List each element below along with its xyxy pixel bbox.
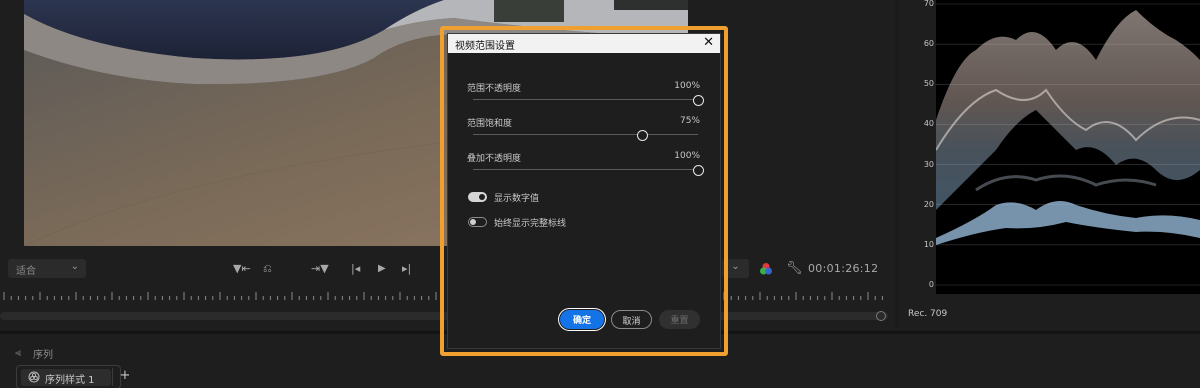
add-tab-button[interactable]: + [114,368,136,383]
scope-scale-label: 0 [928,280,934,289]
toggle-knob [479,194,485,200]
always-show-full-graticule-toggle[interactable] [468,217,487,227]
scope-scale-label: 10 [923,239,934,249]
sequence-style-icon [28,371,40,383]
tab-sequence-style[interactable]: 序列样式 1 [21,369,111,386]
scope-scale-label: 50 [923,79,934,89]
overlay-opacity-value: 100% [674,151,700,161]
dialog-title: 视频范围设置 [455,41,515,52]
scope-scale-label: 70 [923,0,934,8]
sequence-icon: ⫷ [15,346,22,359]
go-to-in-icon[interactable]: ⇥▼ [311,262,329,275]
mark-out-icon[interactable]: ⎌ [263,262,272,276]
show-numeric-values-toggle[interactable] [468,192,487,202]
sequence-tab-group: 序列样式 1 + [16,365,130,388]
mark-in-icon[interactable]: ▼⇤ [233,262,251,275]
slider-thumb[interactable] [693,95,704,106]
always-show-full-graticule-label: 始终显示完整标线 [494,219,567,229]
scope-scale-label: 40 [923,119,934,129]
fit-dropdown-value: 适合 [16,266,36,277]
range-saturation-value: 75% [679,116,700,126]
step-back-icon[interactable]: |◂ [351,262,360,275]
scope-scale-label: 60 [923,39,934,49]
chevron-down-icon: ⌄ [731,261,740,272]
ok-button[interactable]: 确定 [560,310,604,329]
slider-thumb[interactable] [693,165,704,176]
panel-title: 序列 [33,350,53,361]
fit-dropdown[interactable]: 适合 ⌄ [8,259,86,278]
slider-track [473,134,698,135]
scope-scale-label: 20 [923,199,934,209]
overlay-opacity-label: 叠加不透明度 [467,154,522,164]
step-forward-icon[interactable]: ▸| [402,262,411,275]
tab-separator [112,368,113,386]
waveform-display [936,0,1200,294]
playhead-timecode[interactable]: 00:01:26:12 [808,262,878,275]
slider-track [473,169,698,170]
range-saturation-slider[interactable] [473,130,698,141]
cancel-button[interactable]: 取消 [611,310,652,329]
chevron-down-icon: ⌄ [70,261,79,272]
dialog-titlebar[interactable]: 视频范围设置 ✕ [448,34,720,53]
range-opacity-slider[interactable] [473,95,704,106]
overlay-opacity-slider[interactable] [473,165,704,176]
scope-scale-label: 30 [923,159,934,169]
lumetri-scopes: 70 60 50 40 30 20 10 0 Rec. 709 [898,0,1200,330]
slider-track [473,99,698,100]
range-opacity-value: 100% [674,81,700,91]
close-icon[interactable]: ✕ [703,35,714,51]
tab-label: 序列样式 1 [45,375,95,386]
range-opacity-label: 范围不透明度 [467,84,522,94]
toggle-knob [470,219,476,225]
range-saturation-label: 范围饱和度 [467,119,513,129]
wrench-icon[interactable]: 🔧︎ [786,261,803,276]
play-icon[interactable]: ▶ [378,263,386,274]
color-channels-icon[interactable] [759,262,773,276]
show-numeric-values-label: 显示数字值 [494,194,540,204]
reset-button[interactable]: 重置 [659,310,700,329]
colorspace-label: Rec. 709 [908,309,948,319]
video-range-settings-dialog: 视频范围设置 ✕ 范围不透明度 100% 范围饱和度 75% 叠加不透明度 10… [447,33,721,349]
waveform-trace [936,3,1200,286]
zoom-handle[interactable] [876,311,886,321]
slider-thumb[interactable] [636,130,648,141]
